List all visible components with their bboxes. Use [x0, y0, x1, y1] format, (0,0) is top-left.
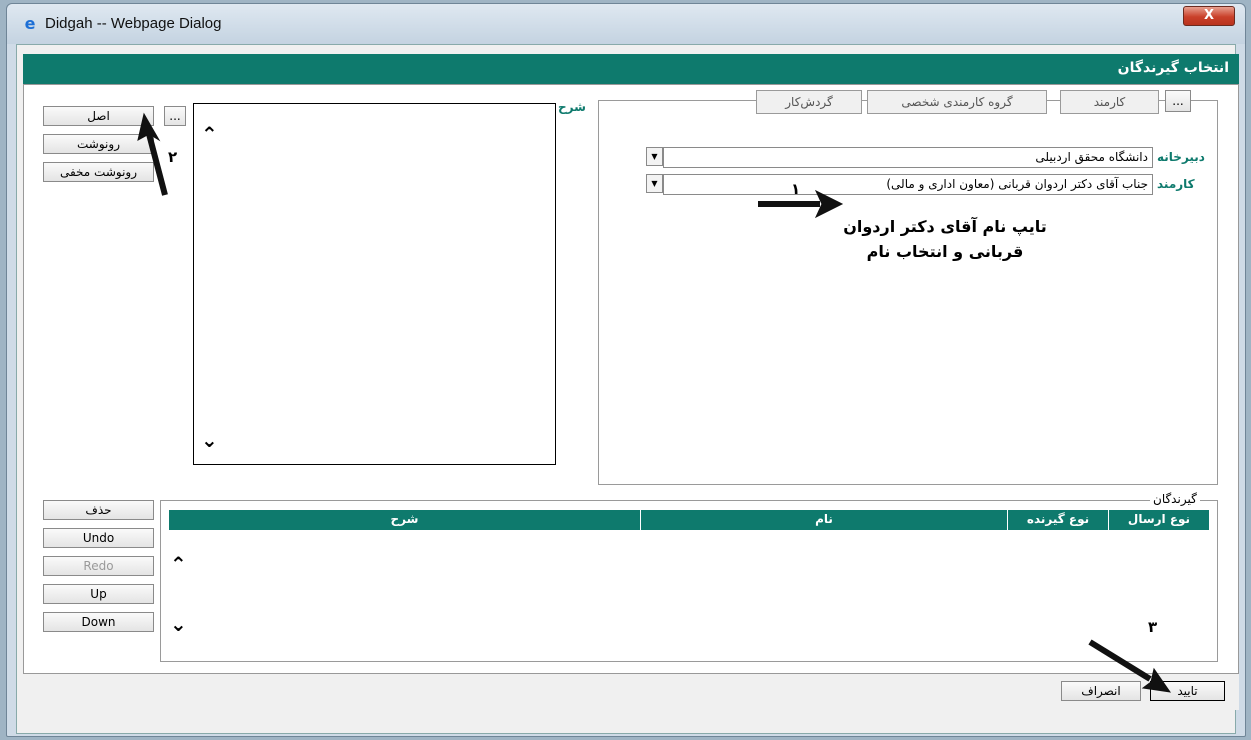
annotation-step-3: ۳ — [1148, 618, 1158, 636]
annotation-instruction-line2: قربانی و انتخاب نام — [866, 242, 1024, 261]
annotation-instruction-line1: تایپ نام آقای دکتر اردوان — [843, 217, 1047, 236]
annotation-step-1: ۱ — [791, 180, 801, 198]
annotation-arrows — [137, 112, 1172, 693]
annotation-step-2: ۲ — [168, 148, 178, 166]
